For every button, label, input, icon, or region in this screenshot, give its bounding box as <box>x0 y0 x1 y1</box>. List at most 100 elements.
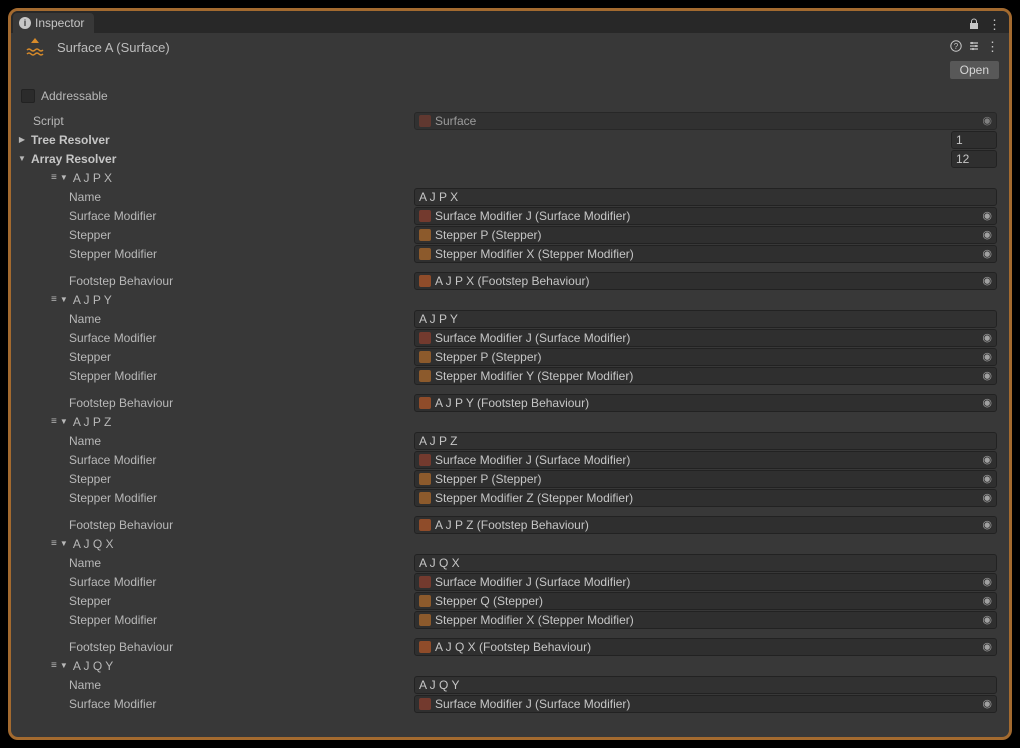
object-field-label: Stepper P (Stepper) <box>435 228 978 242</box>
foldout-item[interactable] <box>59 661 69 670</box>
foldout-item[interactable] <box>59 417 69 426</box>
object-picker-icon[interactable]: ◉ <box>982 453 992 466</box>
object-field[interactable]: A J P Y (Footstep Behaviour) ◉ <box>414 394 997 412</box>
item-title: A J Q Y <box>73 659 113 673</box>
tab-bar: i Inspector ⋮ <box>11 11 1009 33</box>
object-field[interactable]: Stepper P (Stepper) ◉ <box>414 470 997 488</box>
object-picker-icon[interactable]: ◉ <box>982 228 992 241</box>
object-picker-icon[interactable]: ◉ <box>982 369 992 382</box>
object-picker-icon[interactable]: ◉ <box>982 396 992 409</box>
reorder-handle-icon[interactable]: ≡ <box>51 538 57 549</box>
foldout-item[interactable] <box>59 173 69 182</box>
surface-modifier-label: Surface Modifier <box>11 331 414 345</box>
addressable-checkbox[interactable] <box>21 89 35 103</box>
surface-modifier-label: Surface Modifier <box>11 209 414 223</box>
object-field[interactable]: Stepper Modifier X (Stepper Modifier) ◉ <box>414 245 997 263</box>
object-picker-icon[interactable]: ◉ <box>982 114 992 127</box>
info-icon: i <box>19 17 31 29</box>
addressable-label: Addressable <box>41 89 108 103</box>
preset-icon[interactable] <box>968 40 980 55</box>
name-input[interactable]: A J P Y <box>414 310 997 328</box>
tree-resolver-label: Tree Resolver <box>31 133 110 147</box>
asset-type-icon <box>419 595 431 607</box>
object-field[interactable]: A J Q X (Footstep Behaviour) ◉ <box>414 638 997 656</box>
object-field[interactable]: Surface Modifier J (Surface Modifier) ◉ <box>414 451 997 469</box>
object-field[interactable]: Surface Modifier J (Surface Modifier) ◉ <box>414 573 997 591</box>
object-field[interactable]: A J P Z (Footstep Behaviour) ◉ <box>414 516 997 534</box>
stepper-modifier-label: Stepper Modifier <box>11 491 414 505</box>
footstep-behaviour-label: Footstep Behaviour <box>11 640 414 654</box>
object-field[interactable]: Stepper P (Stepper) ◉ <box>414 226 997 244</box>
object-field[interactable]: Stepper P (Stepper) ◉ <box>414 348 997 366</box>
object-picker-icon[interactable]: ◉ <box>982 613 992 626</box>
surface-modifier-label: Surface Modifier <box>11 575 414 589</box>
foldout-item[interactable] <box>59 295 69 304</box>
name-label: Name <box>11 678 414 692</box>
object-picker-icon[interactable]: ◉ <box>982 640 992 653</box>
foldout-tree-resolver[interactable] <box>17 135 27 144</box>
object-field-label: Stepper Modifier X (Stepper Modifier) <box>435 247 978 261</box>
footstep-behaviour-label: Footstep Behaviour <box>11 274 414 288</box>
object-picker-icon[interactable]: ◉ <box>982 491 992 504</box>
object-field-label: Stepper Modifier X (Stepper Modifier) <box>435 613 978 627</box>
object-picker-icon[interactable]: ◉ <box>982 575 992 588</box>
stepper-modifier-label: Stepper Modifier <box>11 247 414 261</box>
object-picker-icon[interactable]: ◉ <box>982 274 992 287</box>
object-picker-icon[interactable]: ◉ <box>982 594 992 607</box>
stepper-modifier-label: Stepper Modifier <box>11 369 414 383</box>
reorder-handle-icon[interactable]: ≡ <box>51 294 57 305</box>
reorder-handle-icon[interactable]: ≡ <box>51 660 57 671</box>
object-field-label: A J P Y (Footstep Behaviour) <box>435 396 978 410</box>
object-picker-icon[interactable]: ◉ <box>982 472 992 485</box>
item-title: A J P Z <box>73 415 111 429</box>
surface-modifier-label: Surface Modifier <box>11 697 414 711</box>
tab-inspector[interactable]: i Inspector <box>13 13 94 33</box>
object-field[interactable]: Surface Modifier J (Surface Modifier) ◉ <box>414 695 997 713</box>
asset-type-icon <box>419 332 431 344</box>
tree-resolver-count[interactable]: 1 <box>951 131 997 149</box>
kebab-icon[interactable]: ⋮ <box>988 17 1001 33</box>
object-picker-icon[interactable]: ◉ <box>982 697 992 710</box>
object-field[interactable]: Surface Modifier J (Surface Modifier) ◉ <box>414 329 997 347</box>
name-label: Name <box>11 312 414 326</box>
object-field[interactable]: A J P X (Footstep Behaviour) ◉ <box>414 272 997 290</box>
array-resolver-count[interactable]: 12 <box>951 150 997 168</box>
foldout-item[interactable] <box>59 539 69 548</box>
object-field[interactable]: Stepper Q (Stepper) ◉ <box>414 592 997 610</box>
object-field-label: Surface Modifier J (Surface Modifier) <box>435 697 978 711</box>
object-field[interactable]: Surface Modifier J (Surface Modifier) ◉ <box>414 207 997 225</box>
kebab-icon[interactable]: ⋮ <box>986 39 999 55</box>
reorder-handle-icon[interactable]: ≡ <box>51 416 57 427</box>
footstep-behaviour-label: Footstep Behaviour <box>11 518 414 532</box>
object-field-label: Stepper P (Stepper) <box>435 472 978 486</box>
name-label: Name <box>11 556 414 570</box>
lock-icon[interactable] <box>968 18 980 33</box>
footstep-behaviour-label: Footstep Behaviour <box>11 396 414 410</box>
name-input[interactable]: A J P X <box>414 188 997 206</box>
object-picker-icon[interactable]: ◉ <box>982 331 992 344</box>
name-input[interactable]: A J Q Y <box>414 676 997 694</box>
asset-type-icon <box>419 229 431 241</box>
inspector-body[interactable]: Script Surface ◉ Tree Resolver 1 <box>11 111 1009 719</box>
object-field-label: Stepper Modifier Y (Stepper Modifier) <box>435 369 978 383</box>
object-picker-icon[interactable]: ◉ <box>982 350 992 363</box>
reorder-handle-icon[interactable]: ≡ <box>51 172 57 183</box>
object-picker-icon[interactable]: ◉ <box>982 247 992 260</box>
object-field[interactable]: Stepper Modifier X (Stepper Modifier) ◉ <box>414 611 997 629</box>
object-picker-icon[interactable]: ◉ <box>982 518 992 531</box>
open-button[interactable]: Open <box>950 61 999 79</box>
name-label: Name <box>11 434 414 448</box>
name-input[interactable]: A J P Z <box>414 432 997 450</box>
tab-label: Inspector <box>35 16 84 30</box>
name-input[interactable]: A J Q X <box>414 554 997 572</box>
stepper-label: Stepper <box>11 472 414 486</box>
asset-type-icon <box>419 576 431 588</box>
asset-type-icon <box>419 275 431 287</box>
help-icon[interactable]: ? <box>950 40 962 55</box>
inspector-window: i Inspector ⋮ Surface A (Surface) ? <box>8 8 1012 740</box>
foldout-array-resolver[interactable] <box>17 154 27 163</box>
object-field[interactable]: Stepper Modifier Y (Stepper Modifier) ◉ <box>414 367 997 385</box>
object-picker-icon[interactable]: ◉ <box>982 209 992 222</box>
asset-header: Surface A (Surface) ? ⋮ Open Addressable <box>11 33 1009 111</box>
object-field[interactable]: Stepper Modifier Z (Stepper Modifier) ◉ <box>414 489 997 507</box>
